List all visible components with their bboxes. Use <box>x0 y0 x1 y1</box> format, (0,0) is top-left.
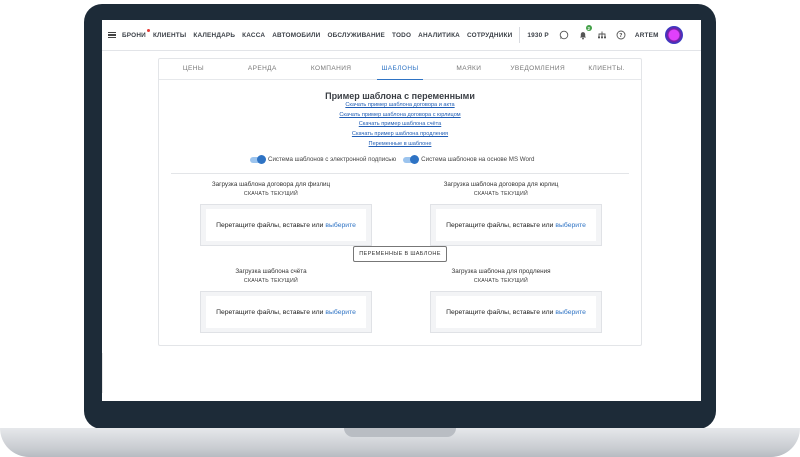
msword-toggle-label: Система шаблонов на основе MS Word <box>421 156 535 163</box>
nav-item-calendar[interactable]: КАЛЕНДАРЬ <box>193 32 235 39</box>
whatsapp-icon[interactable] <box>559 30 569 40</box>
template-toggles: Система шаблонов с электронной подписью … <box>250 155 535 164</box>
nav-item-label: БРОНИ <box>122 31 146 39</box>
settings-tabs: ЦЕНЫ АРЕНДА КОМПАНИЯ ШАБЛОНЫ МАЯКИ УВЕДО… <box>159 59 641 80</box>
download-legal-contract-link[interactable]: Скачать пример шаблона договора с юрлицо… <box>159 111 641 121</box>
download-extension-link[interactable]: Скачать пример шаблона продления <box>159 130 641 140</box>
esign-toggle-switch[interactable] <box>250 155 266 164</box>
settings-panel: ЦЕНЫ АРЕНДА КОМПАНИЯ ШАБЛОНЫ МАЯКИ УВЕДО… <box>158 58 642 346</box>
notification-badge: 2 <box>585 25 592 31</box>
upload-extension-header: Загрузка шаблона для продления СКАЧАТЬ Т… <box>416 268 586 284</box>
msword-toggle-row: Система шаблонов на основе MS Word <box>403 155 535 164</box>
download-invoice-link[interactable]: Скачать пример шаблона счёта <box>159 120 641 130</box>
dropzone-individual[interactable]: Перетащите файлы, вставьте или выберите <box>200 204 372 246</box>
template-example-title: Пример шаблона с переменными <box>325 91 475 101</box>
dropzone-legal-inner: Перетащите файлы, вставьте или выберите <box>436 209 596 241</box>
download-current-invoice-button[interactable]: СКАЧАТЬ ТЕКУЩИЙ <box>186 278 356 284</box>
dropzone-text: Перетащите файлы, вставьте или <box>216 221 324 229</box>
upload-legal-header: Загрузка шаблона договора для юрлиц СКАЧ… <box>416 181 586 197</box>
main-nav: БРОНИ КЛИЕНТЫ КАЛЕНДАРЬ КАССА АВТОМОБИЛИ… <box>122 28 512 39</box>
dropzone-invoice[interactable]: Перетащите файлы, вставьте или выберите <box>200 291 372 333</box>
tab-notifications[interactable]: УВЕДОМЛЕНИЯ <box>503 59 572 79</box>
tab-clients[interactable]: КЛИЕНТЫ. <box>572 59 641 79</box>
dropzone-invoice-inner: Перетащите файлы, вставьте или выберите <box>206 296 366 328</box>
download-links: Скачать пример шаблона договора и акта С… <box>159 101 641 150</box>
balance-display[interactable]: 1930 Р <box>527 32 548 39</box>
nav-item-cars[interactable]: АВТОМОБИЛИ <box>272 32 320 39</box>
hamburger-menu-icon[interactable] <box>108 31 116 39</box>
help-icon[interactable]: ? <box>616 30 626 40</box>
download-contract-act-link[interactable]: Скачать пример шаблона договора и акта <box>159 101 641 111</box>
user-name[interactable]: ARTEM <box>635 32 659 39</box>
user-avatar[interactable] <box>664 26 683 44</box>
dropzone-text: Перетащите файлы, вставьте или <box>446 308 554 316</box>
dropzone-individual-inner: Перетащите файлы, вставьте или выберите <box>206 209 366 241</box>
download-current-extension-button[interactable]: СКАЧАТЬ ТЕКУЩИЙ <box>416 278 586 284</box>
upload-legal-title: Загрузка шаблона договора для юрлиц <box>443 181 559 188</box>
dropzone-choose-link[interactable]: выберите <box>555 309 586 316</box>
scroll-edge-line <box>102 353 103 393</box>
dropzone-extension[interactable]: Перетащите файлы, вставьте или выберите <box>430 291 602 333</box>
download-current-individual-button[interactable]: СКАЧАТЬ ТЕКУЩИЙ <box>186 191 356 197</box>
esign-toggle-row: Система шаблонов с электронной подписью <box>250 155 397 164</box>
tab-prices[interactable]: ЦЕНЫ <box>159 59 228 79</box>
nav-item-clients[interactable]: КЛИЕНТЫ <box>153 32 186 39</box>
dropzone-choose-link[interactable]: выберите <box>325 222 356 229</box>
upload-individual-header: Загрузка шаблона договора для физлиц СКА… <box>186 181 356 197</box>
section-divider <box>171 173 629 174</box>
nav-divider <box>519 27 521 43</box>
dropzone-legal[interactable]: Перетащите файлы, вставьте или выберите <box>430 204 602 246</box>
nav-item-todo[interactable]: TODO <box>392 32 411 39</box>
nav-item-bookings[interactable]: БРОНИ <box>122 28 150 39</box>
dropzone-choose-link[interactable]: выберите <box>325 309 356 316</box>
template-variables-link[interactable]: Переменные в шаблоне <box>159 140 641 150</box>
bell-icon[interactable]: 2 <box>578 25 592 40</box>
svg-text:?: ? <box>619 33 622 39</box>
nav-item-staff[interactable]: СОТРУДНИКИ <box>467 32 512 39</box>
tab-beacons[interactable]: МАЯКИ <box>434 59 503 79</box>
app-screen: БРОНИ КЛИЕНТЫ КАЛЕНДАРЬ КАССА АВТОМОБИЛИ… <box>102 20 701 401</box>
tab-rental[interactable]: АРЕНДА <box>228 59 297 79</box>
upload-invoice-header: Загрузка шаблона счёта СКАЧАТЬ ТЕКУЩИЙ <box>186 268 356 284</box>
upload-extension-title: Загрузка шаблона для продления <box>451 268 551 275</box>
download-current-legal-button[interactable]: СКАЧАТЬ ТЕКУЩИЙ <box>416 191 586 197</box>
network-tree-icon[interactable] <box>597 30 607 40</box>
template-variables-button[interactable]: ПЕРЕМЕННЫЕ В ШАБЛОНЕ <box>353 246 447 262</box>
upload-invoice-title: Загрузка шаблона счёта <box>235 268 307 275</box>
msword-toggle-switch[interactable] <box>403 155 420 164</box>
dropzone-text: Перетащите файлы, вставьте или <box>216 308 324 316</box>
nav-item-cash[interactable]: КАССА <box>242 32 265 39</box>
nav-item-service[interactable]: ОБСЛУЖИВАНИЕ <box>327 32 385 39</box>
dropzone-text: Перетащите файлы, вставьте или <box>446 221 554 229</box>
dropzone-extension-inner: Перетащите файлы, вставьте или выберите <box>436 296 596 328</box>
upload-individual-title: Загрузка шаблона договора для физлиц <box>211 181 331 188</box>
esign-toggle-label: Система шаблонов с электронной подписью <box>268 156 397 163</box>
top-navigation-bar: БРОНИ КЛИЕНТЫ КАЛЕНДАРЬ КАССА АВТОМОБИЛИ… <box>102 20 701 51</box>
nav-item-analytics[interactable]: АНАЛИТИКА <box>418 32 460 39</box>
new-indicator-dot <box>146 28 150 32</box>
tab-company[interactable]: КОМПАНИЯ <box>297 59 366 79</box>
tab-templates[interactable]: ШАБЛОНЫ <box>366 59 435 80</box>
laptop-notch <box>344 428 456 437</box>
dropzone-choose-link[interactable]: выберите <box>555 222 586 229</box>
header-icons: 2 ? <box>559 25 626 40</box>
